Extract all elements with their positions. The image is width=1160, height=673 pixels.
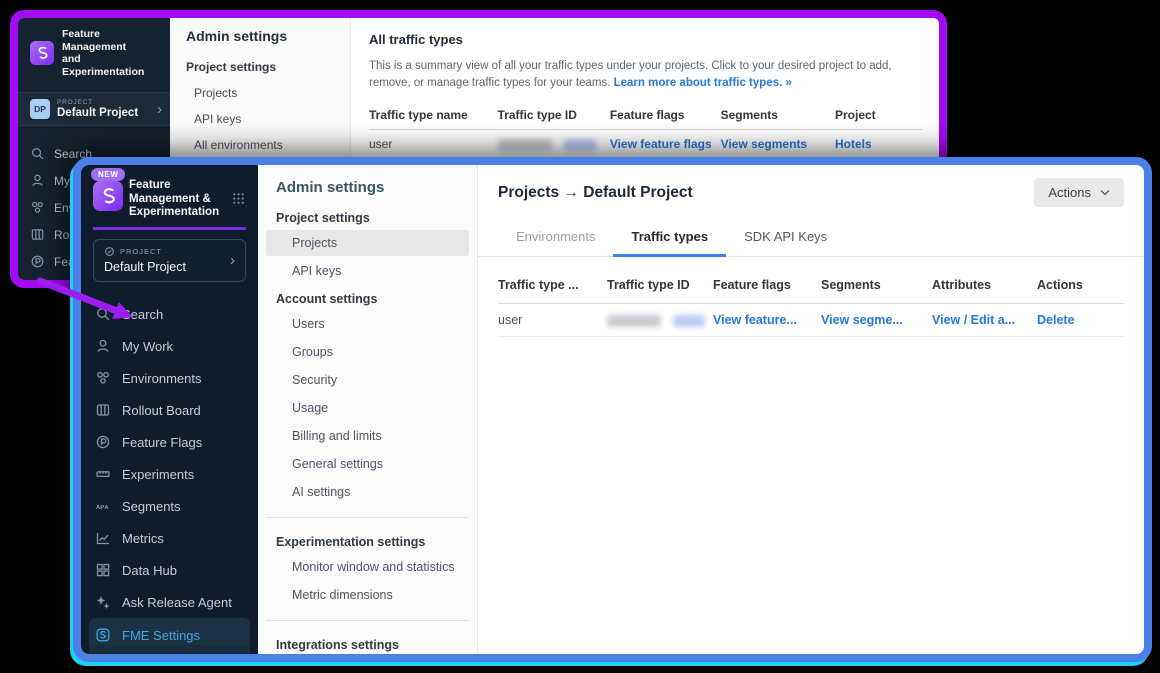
nav-item-projects[interactable]: Projects (170, 80, 348, 106)
project-icon (104, 246, 115, 257)
view-feature-flags-link[interactable]: View feature... (713, 313, 797, 327)
environments-icon (30, 200, 45, 215)
view-segments-link[interactable]: View segments (721, 137, 807, 151)
nav-item-ai-settings[interactable]: AI settings (266, 479, 469, 505)
section-account-settings: Account settings (258, 286, 477, 311)
learn-more-link[interactable]: Learn more about traffic types. » (614, 77, 792, 89)
tab-environments[interactable]: Environments (498, 218, 613, 256)
new-badge: NEW (91, 168, 125, 181)
nav-item-projects[interactable]: Projects (266, 230, 469, 256)
app-logo-icon (93, 181, 123, 211)
table-row: user View feature... View segme... View … (498, 304, 1124, 337)
table-header-row: Traffic type name Traffic type ID Featur… (369, 100, 923, 130)
nav-divider (266, 620, 469, 621)
sparkles-icon (95, 594, 111, 610)
delete-link[interactable]: Delete (1037, 313, 1075, 327)
user-icon (95, 338, 111, 354)
user-icon (30, 173, 45, 188)
brand-line2: and Experimentation (62, 53, 160, 78)
brand-line2: Management & (129, 193, 219, 207)
actions-button[interactable]: Actions (1034, 178, 1124, 207)
project-badge: DP (30, 99, 50, 119)
experiments-icon (95, 466, 111, 482)
admin-settings-title: Admin settings (170, 28, 350, 44)
sidebar-item-feature-flags[interactable]: Feature Flags (81, 426, 258, 458)
brand-line1: Feature Management (62, 28, 160, 53)
nav-divider (266, 517, 469, 518)
project-link[interactable]: Hotels (835, 137, 872, 151)
redacted-id (607, 304, 713, 337)
annotation-arrow (28, 272, 150, 330)
nav-item-general-settings[interactable]: General settings (266, 451, 469, 477)
sidebar-item-experiments[interactable]: Experiments (81, 458, 258, 490)
tab-sdk-api-keys[interactable]: SDK API Keys (726, 218, 845, 256)
traffic-types-table: Traffic type ... Traffic type ID Feature… (498, 278, 1124, 337)
board-icon (30, 227, 45, 242)
front-admin-settings-nav: Admin settings Project settings Projects… (258, 165, 478, 654)
svg-text:ᴀᴘᴀ: ᴀᴘᴀ (96, 504, 109, 511)
brand-line3: Experimentation (129, 206, 219, 220)
front-sidebar: NEW Feature Management & Experimentation (81, 165, 258, 654)
project-tabs: Environments Traffic types SDK API Keys (478, 218, 1144, 257)
section-project-settings: Project settings (258, 196, 477, 230)
feature-flag-icon (30, 254, 45, 269)
table-row: user View feature flags View segments Ho… (369, 130, 923, 159)
table-header-row: Traffic type ... Traffic type ID Feature… (498, 278, 1124, 304)
project-label: PROJECT (57, 99, 138, 106)
section-project-settings: Project settings (170, 44, 350, 80)
nav-item-usage[interactable]: Usage (266, 395, 469, 421)
front-sidebar-nav: Search My Work Environments Rollout Boar… (81, 298, 258, 652)
sidebar-item-environments[interactable]: Environments (81, 362, 258, 394)
segments-icon: ᴀᴘᴀ (95, 498, 111, 514)
tab-traffic-types[interactable]: Traffic types (613, 218, 726, 256)
sidebar-item-data-hub[interactable]: Data Hub (81, 554, 258, 586)
section-integrations-settings: Integrations settings (258, 623, 477, 654)
breadcrumb: Projects → Default Project (498, 184, 693, 202)
project-switcher[interactable]: DP PROJECT Default Project › (18, 92, 170, 126)
nav-item-all-environments[interactable]: All environments (170, 132, 348, 158)
search-icon (30, 146, 45, 161)
brand-line1: Feature (129, 179, 219, 193)
nav-item-billing-and-limits[interactable]: Billing and limits (266, 423, 469, 449)
chevron-right-icon: › (230, 253, 235, 268)
view-segments-link[interactable]: View segme... (821, 313, 903, 327)
redacted-id (498, 130, 610, 159)
back-brand: Feature Management and Experimentation (18, 18, 170, 86)
sidebar-item-metrics[interactable]: Metrics (81, 522, 258, 554)
environments-icon (95, 370, 111, 386)
sidebar-item-segments[interactable]: ᴀᴘᴀ Segments (81, 490, 258, 522)
page-description: This is a summary view of all your traff… (369, 58, 923, 92)
nav-item-metric-dimensions[interactable]: Metric dimensions (266, 582, 469, 608)
app-grid-icon[interactable] (231, 191, 246, 206)
metrics-icon (95, 530, 111, 546)
page-title: All traffic types (369, 32, 923, 47)
project-name: Default Project (57, 107, 138, 119)
fme-settings-icon (95, 627, 111, 643)
nav-item-api-keys[interactable]: API keys (170, 106, 348, 132)
board-icon (95, 402, 111, 418)
admin-settings-title: Admin settings (258, 179, 477, 196)
sidebar-item-rollout-board[interactable]: Rollout Board (81, 394, 258, 426)
view-feature-flags-link[interactable]: View feature flags (610, 137, 712, 151)
nav-item-api-keys[interactable]: API keys (266, 258, 469, 284)
section-experimentation-settings: Experimentation settings (258, 520, 477, 554)
brand-accent-rule (93, 227, 246, 230)
view-edit-attributes-link[interactable]: View / Edit a... (932, 313, 1015, 327)
nav-item-users[interactable]: Users (266, 311, 469, 337)
sidebar-item-ask-release-agent[interactable]: Ask Release Agent (81, 586, 258, 618)
nav-item-security[interactable]: Security (266, 367, 469, 393)
sidebar-item-my-work[interactable]: My Work (81, 330, 258, 362)
project-label: PROJECT (120, 247, 162, 256)
front-main-content: Projects → Default Project Actions Envir… (478, 165, 1144, 654)
feature-flag-icon (95, 434, 111, 450)
sidebar-item-partial (89, 645, 250, 654)
chevron-right-icon: › (157, 102, 162, 117)
data-hub-icon (95, 562, 111, 578)
app-logo-icon (30, 41, 54, 65)
nav-item-monitor-window[interactable]: Monitor window and statistics (266, 554, 469, 580)
front-brand: NEW Feature Management & Experimentation (81, 165, 258, 227)
chevron-down-icon (1100, 189, 1110, 196)
nav-item-groups[interactable]: Groups (266, 339, 469, 365)
front-window-default-project: NEW Feature Management & Experimentation (73, 157, 1152, 662)
